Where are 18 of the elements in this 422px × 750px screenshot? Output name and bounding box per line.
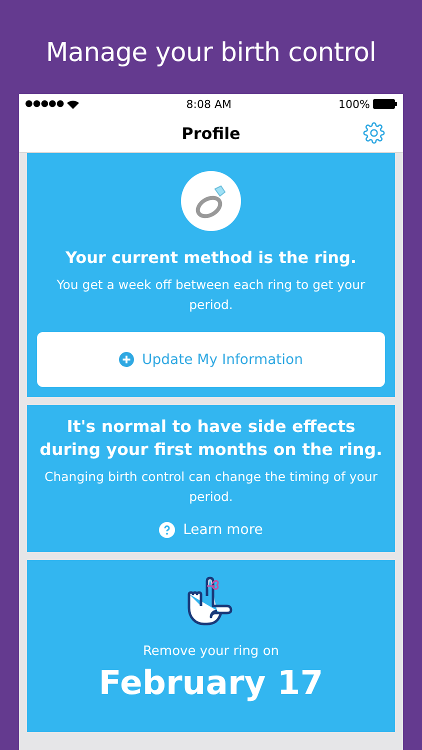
info-title: It's normal to have side effects during your first months on the ring. <box>38 416 384 462</box>
question-icon <box>159 522 176 538</box>
plus-icon <box>118 352 134 368</box>
headline: Manage your birth control <box>46 38 376 70</box>
battery-percent: 100% <box>338 98 370 110</box>
settings-icon[interactable] <box>363 122 385 144</box>
wifi-icon <box>67 100 80 108</box>
battery-icon <box>373 99 397 109</box>
update-information-button[interactable]: Update My Information <box>37 332 385 388</box>
reminder-date: February 17 <box>98 663 324 702</box>
method-title: Your current method is the ring. <box>66 247 356 269</box>
status-time: 8:08 AM <box>186 98 232 110</box>
nav-title: Profile <box>182 124 240 142</box>
reminder-label: Remove your ring on <box>142 644 280 660</box>
info-description: Changing birth control can change the timing of your period. <box>44 468 378 506</box>
method-description: You get a week off between each ring to get your period. <box>56 276 366 314</box>
learn-more-link[interactable]: Learn more <box>159 522 263 538</box>
signal-dots: ●●●●● <box>25 99 64 109</box>
